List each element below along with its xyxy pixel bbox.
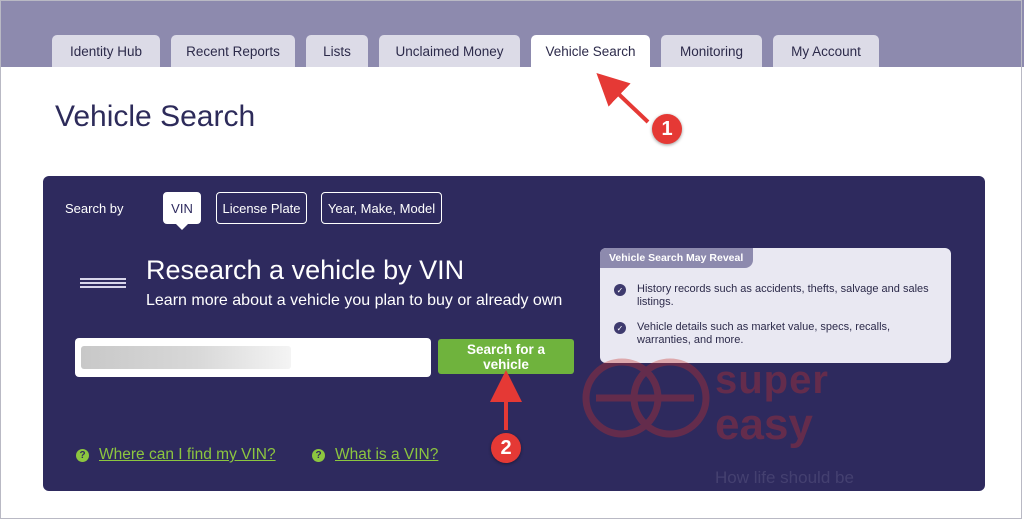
research-heading: Research a vehicle by VIN	[146, 255, 465, 285]
reveal-card: Vehicle Search May Reveal ✓ History reco…	[600, 248, 951, 363]
top-nav: Identity Hub Recent Reports Lists Unclai…	[0, 0, 1024, 68]
mode-vin-button[interactable]: VIN	[163, 192, 201, 230]
tab-identity-hub[interactable]: Identity Hub	[52, 35, 160, 67]
reveal-item: ✓ Vehicle details such as market value, …	[614, 321, 934, 347]
step-badge-1: 1	[652, 114, 682, 144]
tab-my-account[interactable]: My Account	[773, 35, 879, 67]
vin-input[interactable]	[75, 338, 431, 377]
tab-vehicle-search[interactable]: Vehicle Search	[531, 35, 650, 68]
question-icon: ?	[76, 448, 89, 462]
check-icon: ✓	[614, 322, 626, 334]
help-link-find-vin-label: Where can I find my VIN?	[99, 446, 276, 463]
tab-recent-reports[interactable]: Recent Reports	[171, 35, 295, 67]
help-link-what-is-vin-label: What is a VIN?	[335, 446, 439, 463]
help-link-find-vin[interactable]: ? Where can I find my VIN?	[76, 446, 276, 464]
mode-license-plate-button[interactable]: License Plate	[216, 192, 307, 224]
help-link-what-is-vin[interactable]: ? What is a VIN?	[312, 446, 438, 464]
vin-logo-icon	[80, 276, 126, 290]
step-badge-2: 2	[491, 433, 521, 463]
check-icon: ✓	[614, 284, 626, 296]
reveal-card-title: Vehicle Search May Reveal	[600, 248, 754, 268]
tab-lists[interactable]: Lists	[306, 35, 368, 67]
reveal-item-text: History records such as accidents, theft…	[637, 283, 929, 308]
tab-monitoring[interactable]: Monitoring	[661, 35, 762, 67]
arrow-to-vehicle-search-tab	[596, 72, 650, 124]
question-icon: ?	[312, 448, 325, 462]
reveal-item-text: Vehicle details such as market value, sp…	[637, 321, 891, 346]
search-by-label: Search by	[65, 201, 124, 216]
page-title: Vehicle Search	[55, 100, 256, 133]
reveal-item: ✓ History records such as accidents, the…	[614, 283, 934, 309]
research-subheading: Learn more about a vehicle you plan to b…	[146, 292, 563, 309]
tab-unclaimed-money[interactable]: Unclaimed Money	[379, 35, 520, 67]
mode-year-make-model-button[interactable]: Year, Make, Model	[321, 192, 442, 224]
search-vehicle-button[interactable]: Search for a vehicle	[438, 339, 574, 374]
